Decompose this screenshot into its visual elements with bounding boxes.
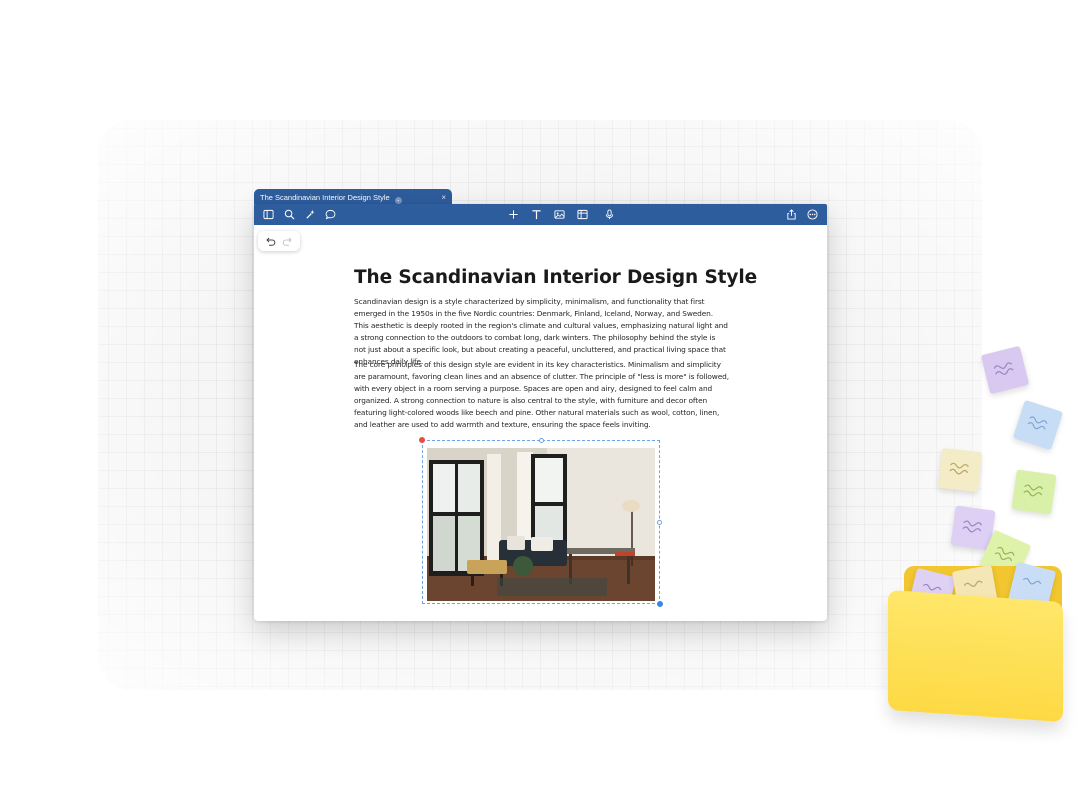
- image-icon[interactable]: [553, 208, 566, 221]
- resize-corner-handle[interactable]: [657, 601, 663, 607]
- delete-handle-icon[interactable]: [419, 437, 425, 443]
- paragraph-2[interactable]: The core principles of this design style…: [354, 359, 729, 430]
- paragraph-1[interactable]: Scandinavian design is a style character…: [354, 296, 729, 367]
- more-icon[interactable]: [806, 208, 819, 221]
- tab-chevron-icon[interactable]: ⌄: [394, 197, 402, 204]
- microphone-icon[interactable]: [603, 208, 616, 221]
- sidebar-icon[interactable]: [262, 208, 275, 221]
- undo-redo-group: [258, 231, 300, 251]
- sticky-note: [1011, 469, 1057, 515]
- table-icon[interactable]: [576, 208, 589, 221]
- folder-icon: [888, 589, 1063, 723]
- share-icon[interactable]: [785, 208, 798, 221]
- undo-icon[interactable]: [264, 235, 276, 247]
- toolbar: [254, 204, 827, 225]
- sticky-note: [938, 448, 982, 492]
- interior-photo[interactable]: [427, 448, 655, 601]
- tab-title: The Scandinavian Interior Design Style: [260, 193, 390, 202]
- top-resize-handle[interactable]: [539, 438, 544, 443]
- add-icon[interactable]: [507, 208, 520, 221]
- text-icon[interactable]: [530, 208, 543, 221]
- sticky-note: [980, 345, 1030, 395]
- right-resize-handle[interactable]: [657, 520, 662, 525]
- magic-icon[interactable]: [304, 208, 317, 221]
- comment-icon[interactable]: [324, 208, 337, 221]
- search-icon[interactable]: [283, 208, 296, 221]
- image-selection-frame[interactable]: [419, 437, 663, 607]
- redo-icon[interactable]: [282, 235, 294, 247]
- document-window: The Scandinavian Interior Design Style S…: [254, 204, 827, 621]
- sticky-note: [1012, 399, 1064, 451]
- document-title[interactable]: The Scandinavian Interior Design Style: [354, 267, 757, 288]
